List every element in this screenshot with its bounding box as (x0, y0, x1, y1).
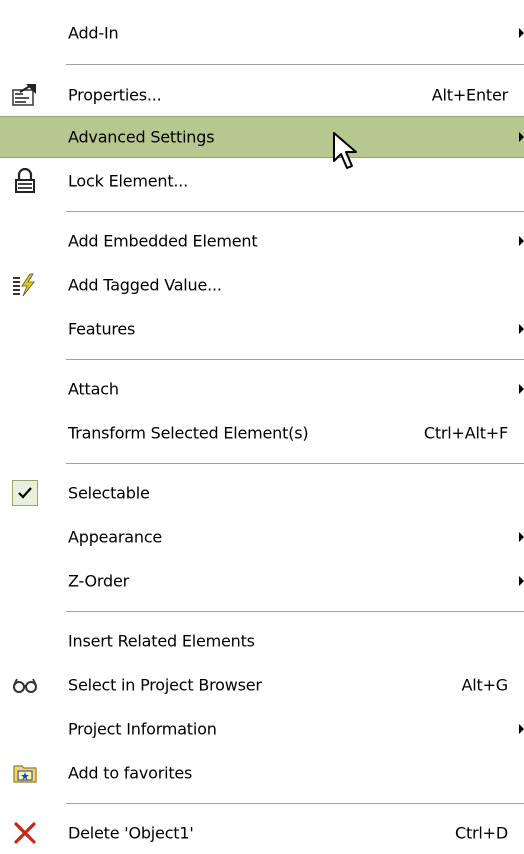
menu-item-label: Selectable (68, 483, 150, 503)
submenu-arrow-icon (519, 724, 524, 734)
menu-separator (66, 611, 524, 612)
menu-item-shortcut: Alt+Enter (431, 85, 508, 105)
menu-item-label: Advanced Settings (68, 127, 215, 147)
menu-item-label: Add-In (68, 23, 119, 43)
menu-separator (66, 211, 524, 212)
menu-separator (66, 359, 524, 360)
menu-item-select-in-project-browser[interactable]: Select in Project Browser Alt+G (0, 664, 524, 706)
menu-item-label: Z-Order (68, 571, 129, 591)
favorites-folder-icon (12, 760, 38, 786)
menu-item-label: Properties... (68, 85, 162, 105)
submenu-arrow-icon (519, 324, 524, 334)
menu-item-label: Delete 'Object1' (68, 823, 194, 843)
submenu-arrow-icon (519, 28, 524, 38)
menu-item-shortcut: Ctrl+D (455, 823, 508, 843)
submenu-arrow-icon (519, 236, 524, 246)
submenu-arrow-icon (519, 576, 524, 586)
tagged-value-icon (12, 272, 38, 298)
menu-item-features[interactable]: Features (0, 308, 524, 350)
menu-separator (66, 64, 524, 65)
menu-item-add-to-favorites[interactable]: Add to favorites (0, 752, 524, 794)
menu-item-label: Add Tagged Value... (68, 275, 222, 295)
menu-separator (66, 463, 524, 464)
menu-item-z-order[interactable]: Z-Order (0, 560, 524, 602)
checkmark-icon (12, 480, 38, 506)
menu-item-label: Features (68, 319, 136, 339)
menu-item-appearance[interactable]: Appearance (0, 516, 524, 558)
menu-item-label: Project Information (68, 719, 217, 739)
menu-item-insert-related-elements[interactable]: Insert Related Elements (0, 620, 524, 662)
menu-item-label: Lock Element... (68, 171, 189, 191)
menu-item-project-information[interactable]: Project Information (0, 708, 524, 750)
menu-item-lock-element[interactable]: Lock Element... (0, 160, 524, 202)
menu-item-label: Select in Project Browser (68, 675, 262, 695)
lock-icon (12, 168, 38, 194)
menu-item-shortcut: Ctrl+Alt+F (423, 423, 508, 443)
menu-item-transform-selected[interactable]: Transform Selected Element(s) Ctrl+Alt+F (0, 412, 524, 454)
menu-item-advanced-settings[interactable]: Advanced Settings (0, 116, 524, 158)
menu-item-add-tagged-value[interactable]: Add Tagged Value... (0, 264, 524, 306)
properties-icon (12, 82, 38, 108)
menu-separator (66, 803, 524, 804)
menu-item-label: Transform Selected Element(s) (68, 423, 309, 443)
delete-icon (12, 820, 38, 846)
mouse-cursor-icon (332, 131, 362, 179)
menu-item-add-in[interactable]: Add-In (0, 12, 524, 54)
menu-item-attach[interactable]: Attach (0, 368, 524, 410)
menu-item-selectable[interactable]: Selectable (0, 472, 524, 514)
menu-item-label: Appearance (68, 527, 163, 547)
submenu-arrow-icon (519, 384, 524, 394)
menu-item-label: Add Embedded Element (68, 231, 258, 251)
menu-item-add-embedded-element[interactable]: Add Embedded Element (0, 220, 524, 262)
menu-item-delete[interactable]: Delete 'Object1' Ctrl+D (0, 812, 524, 854)
menu-item-label: Insert Related Elements (68, 631, 255, 651)
submenu-arrow-icon (519, 132, 524, 142)
menu-item-shortcut: Alt+G (461, 675, 509, 695)
glasses-icon (12, 672, 38, 698)
menu-item-label: Add to favorites (68, 763, 193, 783)
menu-item-properties[interactable]: Properties... Alt+Enter (0, 74, 524, 116)
submenu-arrow-icon (519, 532, 524, 542)
context-menu: Add-In Properties... Alt+Enter Advanced … (0, 0, 524, 854)
menu-item-label: Attach (68, 379, 119, 399)
